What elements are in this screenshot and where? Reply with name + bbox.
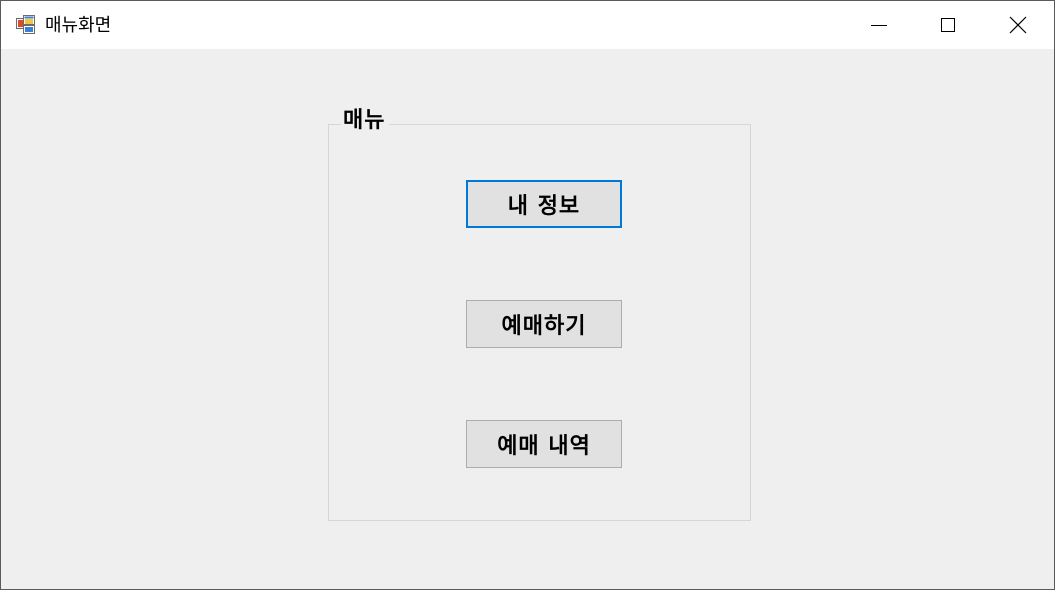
booking-button[interactable]: 예매하기	[466, 300, 622, 348]
maximize-icon	[941, 18, 955, 32]
window-title: 매뉴화면	[45, 15, 112, 36]
menu-window: 매뉴화면 매뉴 내 정보 예매하기 예매 내역	[0, 0, 1055, 590]
title-bar[interactable]: 매뉴화면	[1, 1, 1054, 49]
close-button[interactable]	[983, 1, 1053, 49]
minimize-button[interactable]	[844, 1, 914, 49]
booking-history-button[interactable]: 예매 내역	[466, 420, 622, 468]
app-icon	[16, 15, 36, 35]
minimize-icon	[871, 25, 887, 26]
my-info-button[interactable]: 내 정보	[466, 180, 622, 228]
groupbox-label: 매뉴	[341, 107, 390, 135]
maximize-button[interactable]	[913, 1, 983, 49]
client-area: 매뉴 내 정보 예매하기 예매 내역	[1, 49, 1054, 589]
close-icon	[1009, 16, 1027, 34]
